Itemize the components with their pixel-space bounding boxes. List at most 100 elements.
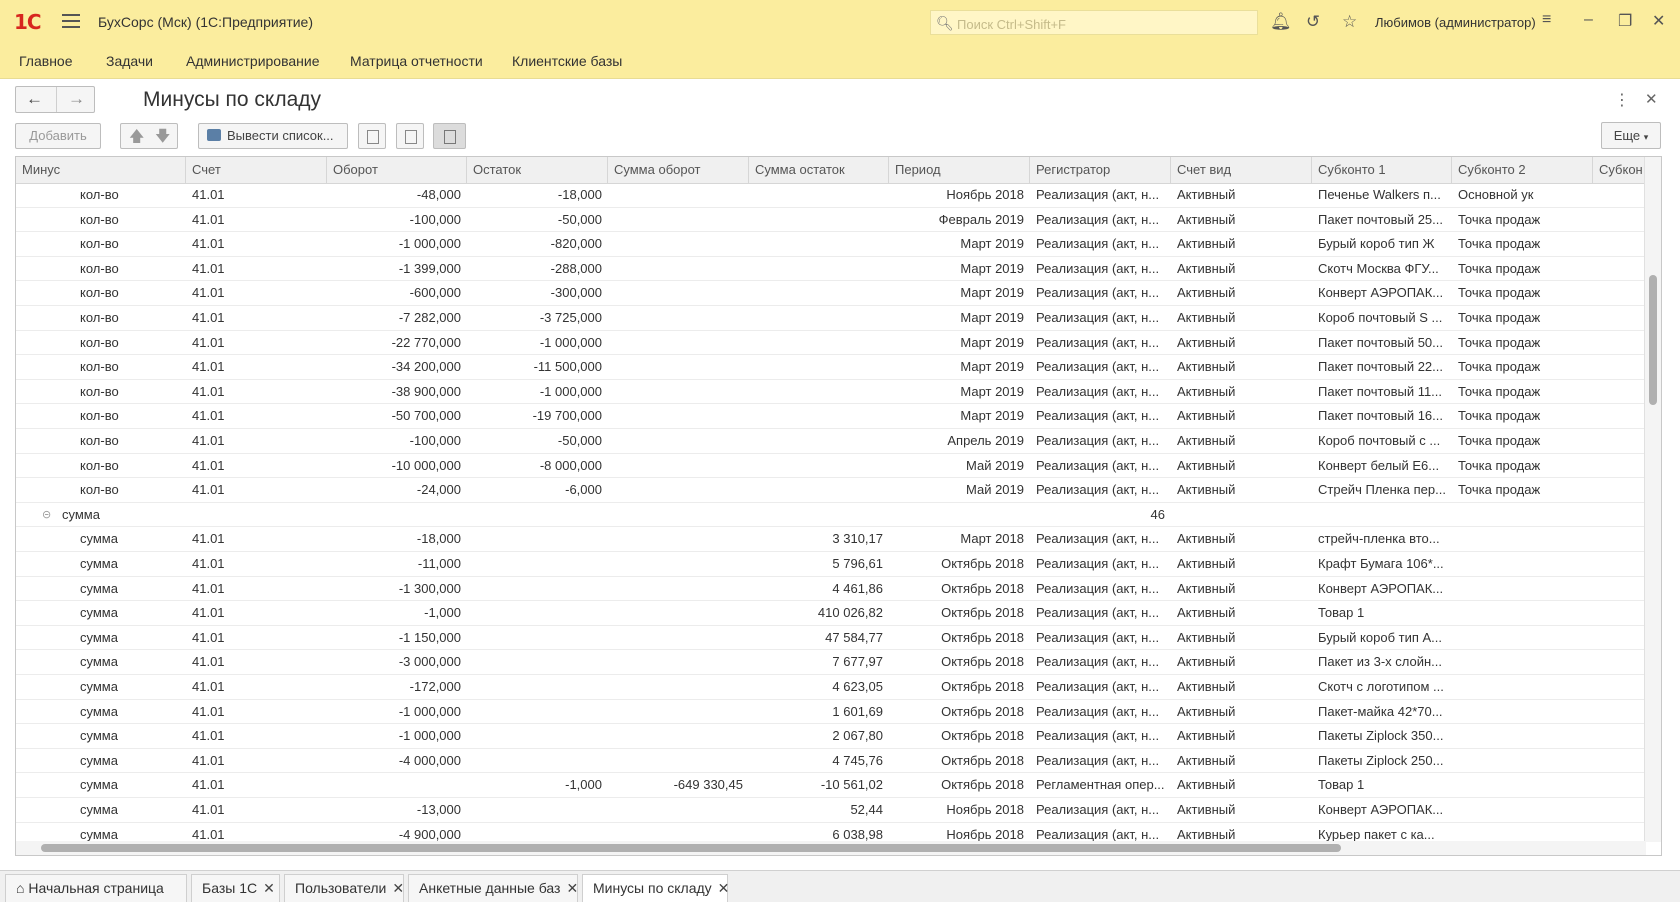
table-row[interactable]: кол-во 41.01 -7 282,000 -3 725,000 Март 2019… — [16, 306, 1646, 331]
table-row[interactable]: кол-во 41.01 -100,000 -50,000 Февраль 2019 Ре… — [16, 208, 1646, 233]
table-row[interactable]: сумма 41.01 -172,000 4 623,05 Октябрь 2018 Ре… — [16, 675, 1646, 700]
menu-item-main[interactable]: Главное — [19, 53, 73, 69]
col-balance[interactable]: Остаток — [467, 157, 608, 183]
cell-period: Октябрь 2018 — [941, 728, 1024, 744]
current-user[interactable]: Любимов (администратор) — [1375, 15, 1536, 30]
cell-minus: кол-во — [80, 187, 119, 202]
restore-icon[interactable]: ❐ — [1618, 11, 1632, 31]
tab-home[interactable]: ⌂ Начальная страница — [5, 874, 187, 902]
table-row[interactable]: кол-во 41.01 -34 200,000 -11 500,000 Март 20… — [16, 355, 1646, 380]
tab-base-questionnaires[interactable]: Анкетные данные баз ✕ — [408, 874, 578, 902]
cell-sum-turnover — [608, 626, 749, 650]
minimize-icon[interactable]: – — [1584, 11, 1593, 29]
table-row[interactable]: сумма 41.01 -3 000,000 7 677,97 Октябрь 2018… — [16, 650, 1646, 675]
close-tab-icon[interactable]: ✕ — [566, 880, 578, 896]
table-row[interactable]: сумма 41.01 -1 300,000 4 461,86 Октябрь 2018… — [16, 577, 1646, 602]
cell-period: Ноябрь 2018 — [946, 187, 1024, 202]
cell-subconto-2: Точка продаж — [1458, 310, 1541, 325]
table-row[interactable]: сумма 41.01 -1,000 -649 330,45 -10 561,02 Окт… — [16, 773, 1646, 798]
close-tab-icon[interactable]: ✕ — [263, 880, 275, 896]
cell-sum-turnover — [608, 527, 749, 551]
close-tab-icon[interactable]: ✕ — [718, 880, 730, 896]
tab-stock-minuses[interactable]: Минусы по складу ✕ — [582, 874, 730, 902]
search-box[interactable]: 🔍︎ — [930, 10, 1258, 35]
table-row[interactable]: сумма 41.01 -1 000,000 1 601,69 Октябрь 2018… — [16, 700, 1646, 725]
table-row[interactable]: кол-во 41.01 -24,000 -6,000 Май 2019 Реализац… — [16, 478, 1646, 503]
table-row[interactable]: сумма 41.01 -18,000 3 310,17 Март 2018 Реализ… — [16, 527, 1646, 552]
group-row[interactable]: ⊝ сумма 46 — [16, 503, 1646, 528]
menu-item-report-matrix[interactable]: Матрица отчетности — [350, 53, 483, 69]
star-icon[interactable]: ☆ — [1342, 12, 1357, 32]
bell-icon[interactable]: 🔔︎ — [1270, 12, 1292, 32]
horizontal-scroll-thumb[interactable] — [41, 844, 1341, 852]
table-row[interactable]: сумма 41.01 -11,000 5 796,61 Октябрь 2018 Реа… — [16, 552, 1646, 577]
table-row[interactable]: сумма 41.01 -1 150,000 47 584,77 Октябрь 201… — [16, 626, 1646, 651]
horizontal-scrollbar[interactable] — [16, 841, 1646, 855]
back-arrow-icon[interactable]: ← — [26, 89, 43, 109]
hierarchy-mode-button[interactable] — [433, 123, 466, 149]
tree-mode-button[interactable] — [396, 123, 424, 149]
tab-bases-1c[interactable]: Базы 1С ✕ — [191, 874, 280, 902]
close-form-icon[interactable]: ✕ — [1645, 90, 1658, 108]
add-button[interactable]: Добавить — [15, 123, 101, 149]
vertical-scrollbar[interactable] — [1644, 157, 1661, 842]
move-down-icon[interactable]: 🡇︎ — [155, 126, 170, 151]
menu-item-client-bases[interactable]: Клиентские базы — [512, 53, 622, 69]
cell-subconto-2 — [1452, 773, 1593, 797]
cell-period: Май 2019 — [966, 482, 1024, 498]
data-table[interactable]: Минус Счет Оборот Остаток Сумма оборот С… — [15, 156, 1662, 856]
col-account[interactable]: Счет — [186, 157, 327, 183]
table-row[interactable]: сумма 41.01 -4 000,000 4 745,76 Октябрь 2018… — [16, 749, 1646, 774]
list-mode-button[interactable] — [358, 123, 386, 149]
cell-subconto-1: стрейч-пленка вто... — [1318, 531, 1440, 547]
cell-turnover: -10 000,000 — [391, 457, 461, 473]
more-vertical-icon[interactable]: ⋮ — [1614, 90, 1630, 110]
move-up-icon[interactable]: 🡅︎ — [129, 126, 144, 151]
table-row[interactable]: кол-во 41.01 -600,000 -300,000 Март 2019 Реал… — [16, 281, 1646, 306]
main-menu-icon[interactable] — [62, 14, 80, 28]
forward-arrow-icon[interactable]: → — [68, 89, 85, 109]
close-tab-icon[interactable]: ✕ — [392, 880, 404, 896]
cell-account-type: Активный — [1177, 383, 1236, 399]
export-list-button[interactable]: Вывести список... — [198, 123, 348, 149]
col-sum-balance[interactable]: Сумма остаток — [749, 157, 889, 183]
table-row[interactable]: кол-во 41.01 -50 700,000 -19 700,000 Март 20… — [16, 404, 1646, 429]
cell-period: Март 2019 — [960, 359, 1024, 375]
col-minus[interactable]: Минус — [16, 157, 186, 183]
menu-item-administration[interactable]: Администрирование — [186, 53, 320, 69]
col-subconto-3[interactable]: Субкон — [1593, 157, 1646, 183]
history-icon[interactable]: ↺ — [1306, 12, 1320, 32]
col-subconto-2[interactable]: Субконто 2 — [1452, 157, 1593, 183]
cell-period: Март 2018 — [960, 531, 1024, 547]
table-row[interactable]: сумма 41.01 -1 000,000 2 067,80 Октябрь 2018… — [16, 724, 1646, 749]
cell-account-type: Активный — [1177, 531, 1236, 547]
table-row[interactable]: кол-во 41.01 -22 770,000 -1 000,000 Март 201… — [16, 331, 1646, 356]
col-registrar[interactable]: Регистратор — [1030, 157, 1171, 183]
table-row[interactable]: кол-во 41.01 -38 900,000 -1 000,000 Март 201… — [16, 380, 1646, 405]
cell-account: 41.01 — [192, 433, 225, 448]
cell-balance — [467, 650, 608, 674]
col-turnover[interactable]: Оборот — [327, 157, 467, 183]
settings-lines-icon[interactable]: ≡ — [1542, 11, 1551, 29]
cell-subconto-2: Точка продаж — [1458, 482, 1541, 498]
menu-item-tasks[interactable]: Задачи — [106, 53, 153, 69]
table-row[interactable]: сумма 41.01 -1,000 410 026,82 Октябрь 2018 Ре… — [16, 601, 1646, 626]
table-row[interactable]: кол-во 41.01 -100,000 -50,000 Апрель 2019 Реа… — [16, 429, 1646, 454]
col-sum-turnover[interactable]: Сумма оборот — [608, 157, 749, 183]
cell-subconto-1: Пакеты Ziplock 250... — [1318, 752, 1444, 768]
cell-sum-turnover — [608, 208, 749, 232]
table-row[interactable]: кол-во 41.01 -1 399,000 -288,000 Март 2019 Ре… — [16, 257, 1646, 282]
tab-users[interactable]: Пользователи ✕ — [284, 874, 404, 902]
close-window-icon[interactable]: ✕ — [1652, 11, 1665, 31]
table-row[interactable]: кол-во 41.01 -48,000 -18,000 Ноябрь 2018 Реал… — [16, 183, 1646, 208]
col-period[interactable]: Период — [889, 157, 1030, 183]
table-row[interactable]: сумма 41.01 -13,000 52,44 Ноябрь 2018 Реализа… — [16, 798, 1646, 823]
table-row[interactable]: кол-во 41.01 -10 000,000 -8 000,000 Май 2019… — [16, 454, 1646, 479]
collapse-icon[interactable]: ⊝ — [36, 503, 56, 527]
table-row[interactable]: кол-во 41.01 -1 000,000 -820,000 Март 2019 Ре… — [16, 232, 1646, 257]
col-account-type[interactable]: Счет вид — [1171, 157, 1312, 183]
search-input[interactable] — [955, 14, 1249, 34]
more-button[interactable]: Еще ▾ — [1601, 122, 1661, 149]
vertical-scroll-thumb[interactable] — [1649, 275, 1657, 405]
col-subconto-1[interactable]: Субконто 1 — [1312, 157, 1452, 183]
